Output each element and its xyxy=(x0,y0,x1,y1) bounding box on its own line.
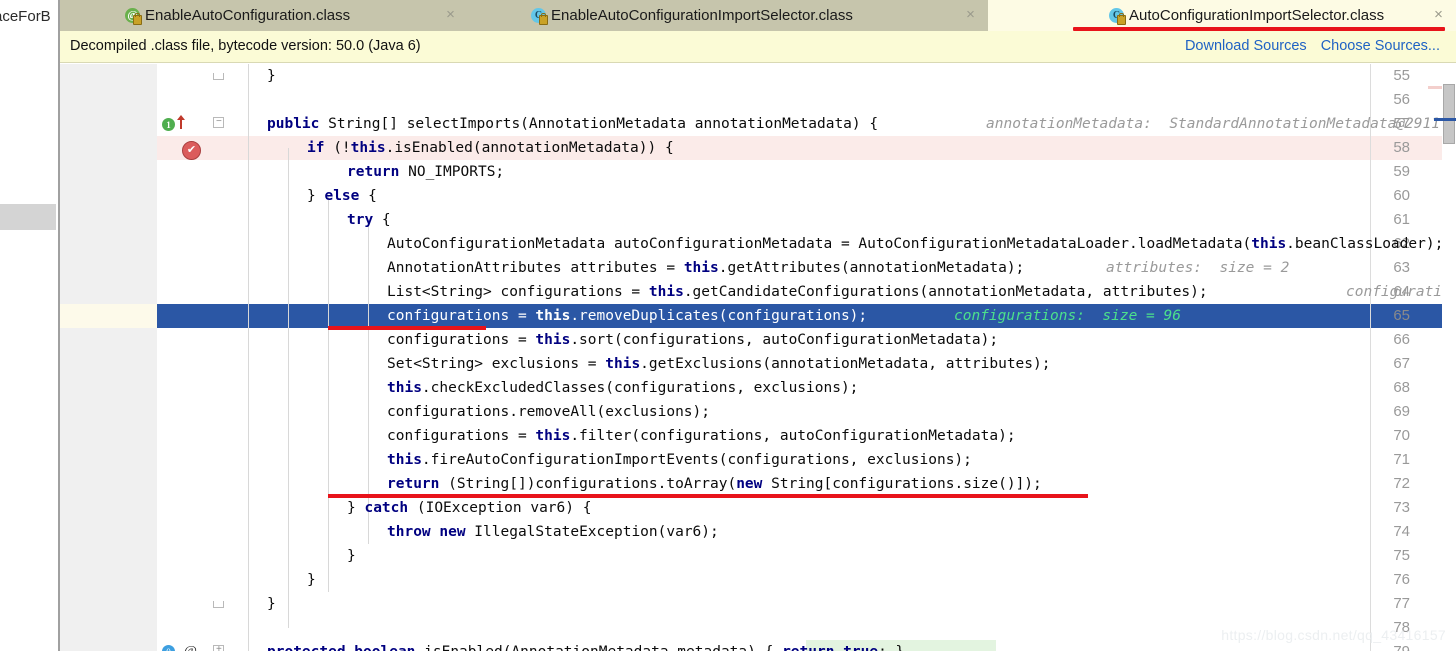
code-text: throw new IllegalStateException(var6); xyxy=(387,524,719,540)
code-line[interactable]: 57 public String[] selectImports(Annotat… xyxy=(58,112,1456,136)
project-panel-label: aceForB xyxy=(0,8,51,25)
watermark: https://blog.csdn.net/qq_43416157 xyxy=(1221,627,1446,643)
code-line[interactable]: 71 this.fireAutoConfigurationImportEvent… xyxy=(58,448,1456,472)
annotation-underline-line-72 xyxy=(328,494,1088,498)
code-text: AutoConfigurationMetadata autoConfigurat… xyxy=(387,236,1444,252)
code-text: List<String> configurations = this.getCa… xyxy=(387,284,1208,300)
annotation-class-icon: @ xyxy=(125,7,142,25)
code-text: } xyxy=(267,596,276,612)
code-text: this.checkExcludedClasses(configurations… xyxy=(387,380,859,396)
annotation-underline-line-65 xyxy=(328,326,486,330)
ide-editor-window: aceForB @ EnableAutoConfiguration.class … xyxy=(0,0,1456,651)
editor-tab-label: EnableAutoConfiguration.class xyxy=(145,7,351,24)
code-editor[interactable]: − + 1 ✔ 0 @ 55 } 56 57 public String[] s… xyxy=(58,64,1456,651)
code-text: } catch (IOException var6) { xyxy=(347,500,592,516)
code-line[interactable]: 73 } catch (IOException var6) { xyxy=(58,496,1456,520)
code-text: configurations.removeAll(exclusions); xyxy=(387,404,711,420)
caret-stripe-marker[interactable] xyxy=(1434,118,1456,121)
choose-sources-link[interactable]: Choose Sources... xyxy=(1321,38,1440,54)
notice-links: Download Sources Choose Sources... xyxy=(1175,38,1440,54)
code-line[interactable]: 67 Set<String> exclusions = this.getExcl… xyxy=(58,352,1456,376)
code-lines: 55 } 56 57 public String[] selectImports… xyxy=(58,64,1456,651)
close-icon[interactable]: × xyxy=(963,7,978,22)
code-line[interactable]: 55 } xyxy=(58,64,1456,88)
code-text: } xyxy=(267,68,276,84)
close-icon[interactable]: × xyxy=(443,7,458,22)
editor-tab-label: AutoConfigurationImportSelector.class xyxy=(1129,7,1385,24)
code-text: } else { xyxy=(307,188,377,204)
code-text: return NO_IMPORTS; xyxy=(347,164,505,180)
code-line[interactable]: 76 } xyxy=(58,568,1456,592)
code-text: configurations = this.filter(configurati… xyxy=(387,428,1016,444)
code-line[interactable]: 60 } else { xyxy=(58,184,1456,208)
code-text: public String[] selectImports(Annotation… xyxy=(267,116,879,132)
inline-debug-hint: annotationMetadata: StandardAnnotationMe… xyxy=(986,116,1440,132)
code-line[interactable]: 56 xyxy=(58,88,1456,112)
code-text: } xyxy=(307,572,316,588)
code-text: configurations = this.sort(configuration… xyxy=(387,332,999,348)
editor-scrollbar-thumb[interactable] xyxy=(1443,84,1455,144)
code-line[interactable]: 75 } xyxy=(58,544,1456,568)
code-line[interactable]: 63 AnnotationAttributes attributes = thi… xyxy=(58,256,1456,280)
inline-debug-hint: configurations: xyxy=(1346,284,1456,300)
lock-icon xyxy=(1117,12,1126,25)
code-line[interactable]: 59 return NO_IMPORTS; xyxy=(58,160,1456,184)
decompiled-notice-bar: Decompiled .class file, bytecode version… xyxy=(58,31,1456,63)
code-text: AnnotationAttributes attributes = this.g… xyxy=(387,260,1025,276)
class-icon: C xyxy=(1109,7,1126,25)
code-text: protected boolean isEnabled(AnnotationMe… xyxy=(267,640,904,651)
editor-tab-enableautoconfiguration[interactable]: @ EnableAutoConfiguration.class × xyxy=(58,0,468,31)
editor-tab-label: EnableAutoConfigurationImportSelector.cl… xyxy=(551,7,853,24)
error-stripe-marker[interactable] xyxy=(1428,86,1442,89)
code-text: } xyxy=(347,548,356,564)
code-line[interactable]: 64 List<String> configurations = this.ge… xyxy=(58,280,1456,304)
project-panel-selected-row[interactable] xyxy=(0,204,56,230)
code-text: configurations = this.removeDuplicates(c… xyxy=(387,308,868,324)
download-sources-link[interactable]: Download Sources xyxy=(1185,38,1307,54)
code-text: try { xyxy=(347,212,391,228)
project-panel-strip[interactable]: aceForB xyxy=(0,0,60,651)
code-line[interactable]: 74 throw new IllegalStateException(var6)… xyxy=(58,520,1456,544)
lock-icon xyxy=(133,12,142,25)
lock-icon xyxy=(539,12,548,25)
close-icon[interactable]: × xyxy=(1431,7,1446,22)
code-line[interactable]: 70 configurations = this.filter(configur… xyxy=(58,424,1456,448)
code-line[interactable]: 61 try { xyxy=(58,208,1456,232)
code-text: if (!this.isEnabled(annotationMetadata))… xyxy=(307,140,674,156)
code-line[interactable]: 72 return (String[])configurations.toArr… xyxy=(58,472,1456,496)
code-line[interactable]: 69 configurations.removeAll(exclusions); xyxy=(58,400,1456,424)
code-line[interactable]: 58 if (!this.isEnabled(annotationMetadat… xyxy=(58,136,1456,160)
code-line-selected[interactable]: 65 configurations = this.removeDuplicate… xyxy=(58,304,1456,328)
code-line[interactable]: 62 AutoConfigurationMetadata autoConfigu… xyxy=(58,232,1456,256)
inline-debug-hint: configurations: size = 96 xyxy=(954,308,1181,324)
class-icon: C xyxy=(531,7,548,25)
decompiled-notice-text: Decompiled .class file, bytecode version… xyxy=(70,38,421,54)
editor-tab-enableautoconfigurationimportselector[interactable]: C EnableAutoConfigurationImportSelector.… xyxy=(468,0,988,31)
editor-tab-bar[interactable]: @ EnableAutoConfiguration.class × C Enab… xyxy=(58,0,1456,31)
inline-debug-hint: attributes: size = 2 xyxy=(1106,260,1290,276)
editor-scrollbar-track[interactable] xyxy=(1442,64,1456,651)
code-line[interactable]: 77 } xyxy=(58,592,1456,616)
code-text: this.fireAutoConfigurationImportEvents(c… xyxy=(387,452,972,468)
code-text: return (String[])configurations.toArray(… xyxy=(387,476,1042,492)
code-line[interactable]: 66 configurations = this.sort(configurat… xyxy=(58,328,1456,352)
code-text: Set<String> exclusions = this.getExclusi… xyxy=(387,356,1051,372)
code-line[interactable]: 68 this.checkExcludedClasses(configurati… xyxy=(58,376,1456,400)
